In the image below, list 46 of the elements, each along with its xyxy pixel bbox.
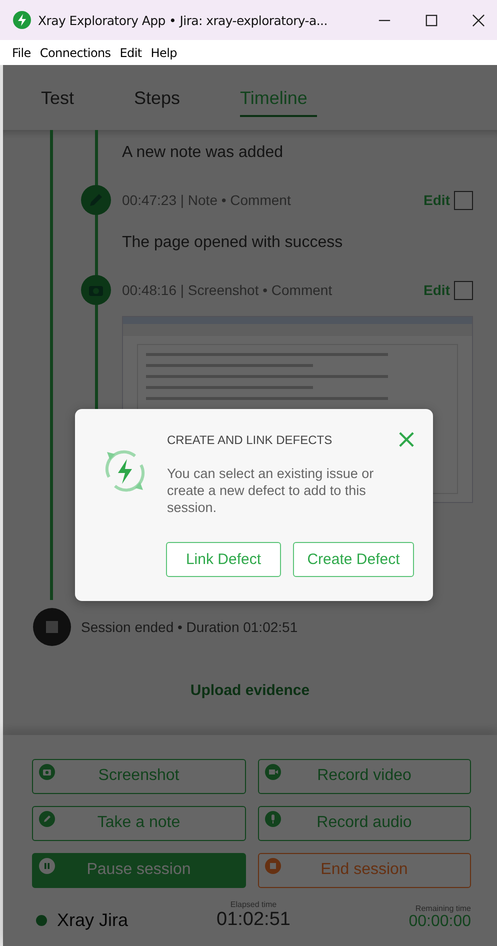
window-title: Xray Exploratory App • Jira: xray-exploratory-a...	[38, 12, 328, 28]
tab[interactable]: Steps	[134, 78, 180, 117]
elapsed-label: Elapsed time	[230, 900, 277, 909]
maximize-icon[interactable]	[425, 14, 438, 26]
close-icon[interactable]	[472, 14, 485, 26]
checkbox[interactable]	[454, 280, 473, 300]
remaining-label: Remaining time	[415, 904, 471, 913]
edit-link[interactable]: Edit	[424, 192, 450, 208]
action-button[interactable]: Take a note	[32, 806, 246, 841]
action-button[interactable]: Pause session	[32, 853, 246, 888]
stop-icon	[33, 608, 71, 646]
camera-icon	[81, 275, 111, 305]
action-button[interactable]: Screenshot	[32, 759, 246, 794]
event-meta: 00:48:16 | Screenshot • Comment	[122, 282, 334, 298]
camera-icon	[39, 764, 55, 780]
stop-icon	[264, 858, 280, 874]
tab[interactable]: Test	[41, 78, 74, 117]
edit-link[interactable]: Edit	[424, 282, 450, 298]
app-logo-icon	[12, 10, 32, 30]
tab[interactable]: Timeline	[240, 78, 318, 117]
menu-item[interactable]: Help	[150, 46, 177, 60]
account-name: Xray Jira	[57, 910, 128, 931]
microphone-icon	[264, 811, 280, 827]
menu-item[interactable]: File	[12, 46, 31, 60]
action-button[interactable]: Record video	[258, 759, 471, 794]
menu-item[interactable]: Edit	[120, 46, 142, 60]
remaining-time: 00:00:00	[408, 913, 471, 931]
pencil-icon	[81, 185, 111, 215]
status-icon	[36, 915, 47, 926]
dialog-message: You can select an existing issue or create a new defect to add to this session.	[167, 465, 375, 516]
upload-evidence-link[interactable]: Upload evidence	[190, 682, 310, 699]
checkbox[interactable]	[454, 190, 473, 210]
pencil-icon	[39, 811, 55, 827]
pause-icon	[39, 858, 55, 874]
elapsed-time: 01:02:51	[216, 909, 290, 931]
menu-item[interactable]: Connections	[40, 46, 111, 60]
dialog-button[interactable]: Create Defect	[293, 542, 414, 577]
dialog-title: CREATE AND LINK DEFECTS	[167, 433, 332, 447]
action-button[interactable]: End session	[258, 853, 471, 888]
session-ended-text: Session ended • Duration 01:02:51	[81, 619, 298, 635]
note-text: A new note was added	[122, 144, 284, 162]
dialog-button[interactable]: Link Defect	[166, 542, 281, 577]
video-camera-icon	[264, 764, 280, 780]
event-meta: 00:47:23 | Note • Comment	[122, 192, 292, 208]
action-button[interactable]: Record audio	[258, 806, 471, 841]
note-text: The page opened with success	[122, 234, 343, 252]
